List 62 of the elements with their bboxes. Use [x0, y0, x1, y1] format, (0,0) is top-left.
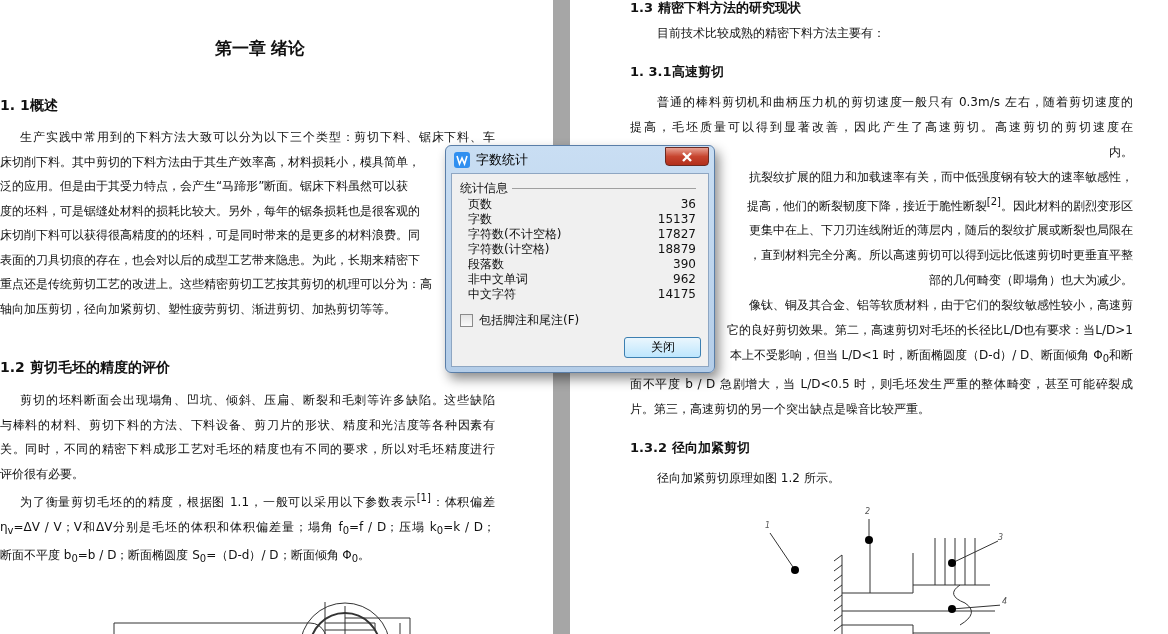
stat-value: 390: [673, 257, 696, 272]
close-icon: [681, 151, 693, 162]
dialog-title: 字数统计: [476, 150, 528, 169]
text-line: 剪切的坯料断面会出现塌角、凹坑、倾斜、压扁、断裂和毛刺等许多缺陷。这些缺陷: [19, 392, 495, 409]
text-line: 提高，他们的断裂韧度下降，接近于脆性断裂$^{[2]}$。因此材料的剧烈变形区: [746, 194, 1133, 215]
figure-label: 2: [865, 507, 871, 516]
text-line: 度的坯料，可是锯缝处材料的损耗比较大。另外，每年的锯条损耗也是很客观的: [0, 202, 420, 220]
text-line: 为了衡量剪切毛坯的的精度，根据图 1.1，一般可以采用以下参数表示$^{[1]}$：体积偏差: [19, 491, 495, 511]
text-line: 重点还是传统剪切工艺的改进上。这些精密剪切工艺按其剪切的机理可以分为：高: [0, 276, 432, 293]
stat-label: 页数: [468, 197, 492, 212]
text-line: 表面的刀具切痕的存在，也会对以后的成型工艺带来隐患。为此，长期来精密下: [0, 251, 420, 269]
text-line: 评价很有必要。: [0, 465, 84, 483]
text-line: 部的几何畸变（即塌角）也大为减少。: [929, 272, 1133, 290]
close-dialog-button[interactable]: 关闭: [624, 337, 701, 358]
chapter-title: 第一章 绪论: [213, 37, 307, 60]
text-line: 断面不平度 b$_{0}$=b / D；断面椭圆度 S$_{0}$=（D-d）/ D；断面倾角 Φ$_{0}$。: [0, 547, 371, 567]
stat-value: 14175: [657, 287, 696, 302]
stat-label: 段落数: [468, 257, 504, 272]
text-line: 面不平度 b / D 急剧增大，当 L/D<0.5 时，则毛坯发生严重的整体畸变，甚至可能碎裂成: [630, 376, 1133, 394]
text-line: 普通的棒料剪切机和曲柄压力机的剪切速度一般只有 0.3m/s 左右，随着剪切速度的: [656, 93, 1133, 111]
section-heading: 1.2 剪切毛坯的精度的评价: [0, 358, 171, 377]
close-button[interactable]: [665, 147, 709, 166]
text-line: 生产实践中常用到的下料方法大致可以分为以下三个类型：剪切下料、锯床下料、车: [19, 129, 495, 146]
figure-label: 1: [765, 521, 771, 530]
section-heading: 1.3.2 径向加紧剪切: [630, 439, 751, 458]
text-line: ，直到材料完全分离。所以高速剪切可以得到远比低速剪切时更垂直平整: [749, 247, 1133, 265]
text-line: 本上不受影响，但当 L/D<1 时，断面椭圆度（D-d）/ D、断面倾角 Φ$_{0}$和断: [729, 346, 1133, 367]
stat-value: 15137: [657, 212, 696, 227]
text-line: 提高，毛坯质量可以得到显著改善，因此产生了高速剪切。高速剪切的剪切速度在: [630, 118, 1133, 136]
stat-label: 字符数(不计空格): [468, 227, 562, 242]
stat-label: 字符数(计空格): [468, 242, 550, 257]
text-line: 与棒料的材料、剪切下料的方法、下料设备、剪刀片的形状、精度和光洁度等各种因素有: [0, 416, 495, 434]
figure-label: 4: [1002, 597, 1008, 606]
checkbox[interactable]: [460, 314, 473, 327]
group-label: 统计信息: [460, 180, 508, 197]
text-line: 床切削下料。其中剪切的下料方法由于其生产效率高，材料损耗小，模具简单，: [0, 153, 420, 171]
text-line: 像钛、铜及其合金、铝等软质材料，由于它们的裂纹敏感性较小，高速剪: [749, 297, 1133, 315]
stat-label: 中文字符: [468, 287, 516, 302]
text-line: 径向加紧剪切原理如图 1.2 所示。: [656, 470, 840, 488]
stat-label: 字数: [468, 212, 492, 227]
text-line: 内。: [1109, 143, 1133, 161]
app-icon: [454, 151, 470, 168]
text-line: 轴向加压剪切，径向加紧剪切、塑性疲劳剪切、渐进剪切、加热剪切等等。: [0, 300, 396, 318]
text-line: 更集中在上、下刀刃连线附近的薄层内，随后的裂纹扩展或断裂也局限在: [749, 222, 1133, 240]
section-heading: 1. 1概述: [0, 96, 59, 115]
section-heading: 1. 3.1高速剪切: [630, 62, 725, 81]
text-line: 关。同时，不同的精密下料成形工艺对毛坯的精度也有不同的要求，所以对毛坯精度进行: [0, 441, 495, 458]
checkbox-label: 包括脚注和尾注(F): [479, 312, 580, 329]
stat-value: 36: [680, 197, 696, 212]
stat-value: 962: [673, 272, 696, 287]
text-line: 抗裂纹扩展的阻力和加载速率有关，而中低强度钢有较大的速率敏感性，: [749, 168, 1133, 186]
text-line: η$_{v}$=ΔV / V；V和ΔV分别是毛坯的体积和体积偏差量；塌角 f$_{0}$=f / D；压塌 k$_{0}$=k / D；: [0, 518, 495, 538]
text-line: 目前技术比较成熟的精密下料方法主要有：: [656, 25, 885, 42]
stat-value: 17827: [657, 227, 696, 242]
stat-label: 非中文单词: [468, 272, 528, 287]
text-line: 片。第三，高速剪切的另一个突出缺点是噪音比较严重。: [630, 401, 930, 419]
text-line: 泛的应用。但是由于其受力特点，会产生“马蹄形”断面。锯床下料虽然可以获: [0, 178, 409, 195]
section-heading: 1.3 精密下料方法的研究现状: [630, 0, 802, 16]
figure-label: 3: [998, 533, 1004, 542]
text-line: 它的良好剪切效果。第二，高速剪切对毛坯的长径比L/D也有要求：当L/D>1: [727, 322, 1133, 340]
text-line: 床切削下料可以获得很高精度的的坯料，可是同时带来的是更多的材料浪费。同: [0, 227, 420, 244]
stat-value: 18879: [657, 242, 696, 257]
